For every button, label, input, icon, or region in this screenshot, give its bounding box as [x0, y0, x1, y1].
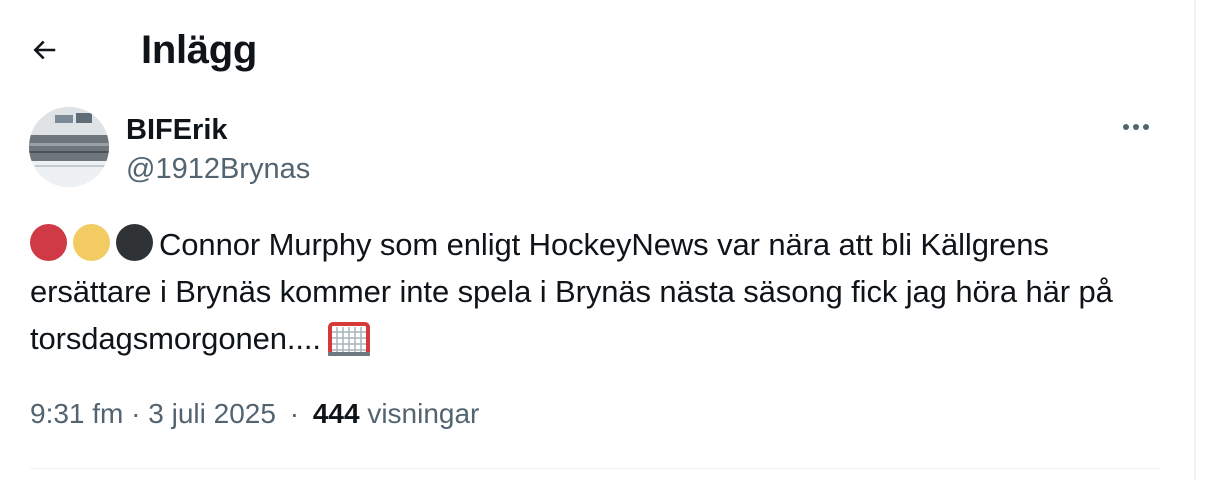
meta-separator: ·: [289, 398, 300, 429]
avatar[interactable]: [29, 107, 109, 187]
arrow-left-icon: [29, 35, 59, 70]
red-circle-icon: [30, 224, 67, 261]
back-button[interactable]: [20, 28, 68, 76]
more-horizontal-icon: [1121, 119, 1151, 137]
post-timestamp[interactable]: 9:31 fm · 3 juli 2025: [30, 398, 276, 429]
views-count: 444: [312, 398, 360, 429]
page-title: Inlägg: [141, 28, 257, 72]
post-body: Connor Murphy som enligt HockeyNews var …: [30, 227, 1113, 356]
post-meta: 9:31 fm · 3 juli 2025 · 444 visningar: [30, 396, 479, 432]
yellow-circle-icon: [73, 224, 110, 261]
author-display-name[interactable]: BIFErik: [126, 113, 228, 147]
post-text: Connor Murphy som enligt HockeyNews var …: [30, 221, 1170, 370]
page-header: Inlägg: [0, 0, 1194, 100]
more-options-button[interactable]: [1114, 110, 1158, 146]
author-handle[interactable]: @1912Brynas: [126, 152, 310, 186]
views-label: visningar: [367, 398, 480, 429]
black-circle-icon: [116, 224, 153, 261]
goal-net-icon: [327, 321, 371, 370]
divider: [30, 468, 1160, 469]
column-border: [1194, 0, 1196, 480]
